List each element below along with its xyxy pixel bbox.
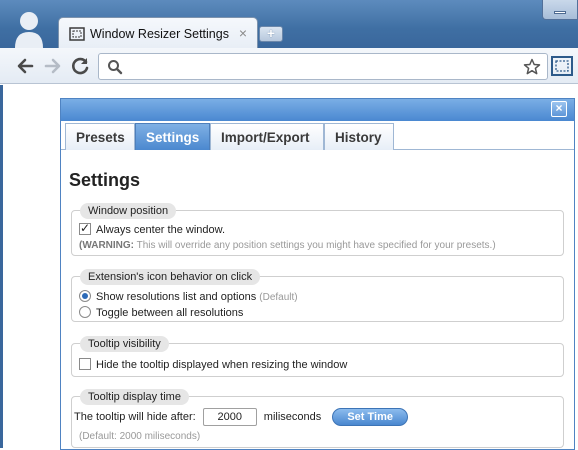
tooltip-time-suffix: miliseconds [263,410,322,423]
reload-icon[interactable] [70,56,92,76]
window-icon [69,27,85,41]
option-toggle-row[interactable]: Toggle between all resolutions [79,306,243,319]
option-toggle-label: Toggle between all resolutions [96,307,244,319]
tooltip-time-group: Tooltip display time The tooltip will hi… [71,389,564,448]
tooltip-time-legend: Tooltip display time [80,389,189,405]
window-position-legend: Window position [80,203,177,219]
tooltip-time-input[interactable]: 2000 [202,408,257,426]
profile-icon[interactable] [12,8,46,48]
icon-behavior-legend: Extension's icon behavior on click [80,269,261,285]
option-show-list-radio[interactable] [79,290,91,302]
tooltip-visibility-group: Tooltip visibility Hide the tooltip disp… [71,336,564,377]
tooltip-time-default-note: (Default: 2000 miliseconds) [79,431,201,442]
option-show-list-row[interactable]: Show resolutions list and options (Defau… [79,290,298,303]
settings-popup: × Presets Settings Import/Export History… [60,98,575,450]
star-icon[interactable] [523,58,541,76]
tab-title: Window Resizer Settings [90,27,229,41]
minimize-button[interactable] [542,0,578,20]
browser-tab[interactable]: Window Resizer Settings × [58,17,258,48]
default-note: (Default) [259,292,298,303]
tooltip-visibility-legend: Tooltip visibility [80,336,169,352]
search-icon [108,60,123,75]
tab-import-export[interactable]: Import/Export [210,123,324,150]
center-window-checkbox[interactable] [79,221,91,235]
set-time-button[interactable]: Set Time [332,408,408,426]
browser-toolbar [0,48,578,84]
tooltip-time-prefix: The tooltip will hide after: [74,410,196,423]
hide-tooltip-checkbox[interactable] [79,358,91,370]
back-arrow-icon[interactable] [14,56,36,76]
minimize-icon [554,11,566,14]
window-position-group: Window position Always center the window… [71,203,564,256]
warning-prefix: (WARNING: [79,240,134,251]
center-window-row[interactable]: Always center the window. [79,221,226,236]
forward-arrow-icon[interactable] [42,56,64,76]
icon-behavior-group: Extension's icon behavior on click Show … [71,269,564,322]
hide-tooltip-label: Hide the tooltip displayed when resizing… [96,359,348,371]
close-icon[interactable]: × [551,101,567,117]
page-title: Settings [69,170,141,190]
hide-tooltip-row[interactable]: Hide the tooltip displayed when resizing… [79,358,347,371]
option-toggle-radio[interactable] [79,306,91,318]
warning-text: This will override any position settings… [134,240,496,251]
window-resizer-icon[interactable] [550,55,574,77]
popup-tabs: Presets Settings Import/Export History [61,121,574,150]
center-window-label: Always center the window. [96,224,226,236]
option-show-list-label: Show resolutions list and options [96,291,257,303]
new-tab-button[interactable]: + [259,26,283,42]
popup-titlebar: × [61,99,574,121]
tab-history[interactable]: History [324,123,394,150]
tooltip-time-row: The tooltip will hide after: 2000 milise… [74,408,408,426]
tab-close-icon[interactable]: × [236,25,250,41]
tab-presets[interactable]: Presets [65,123,135,150]
address-bar[interactable] [98,53,548,80]
browser-frame: Window Resizer Settings × + [0,0,578,48]
position-warning: (WARNING: This will override any positio… [79,240,496,251]
tab-settings[interactable]: Settings [135,123,210,150]
